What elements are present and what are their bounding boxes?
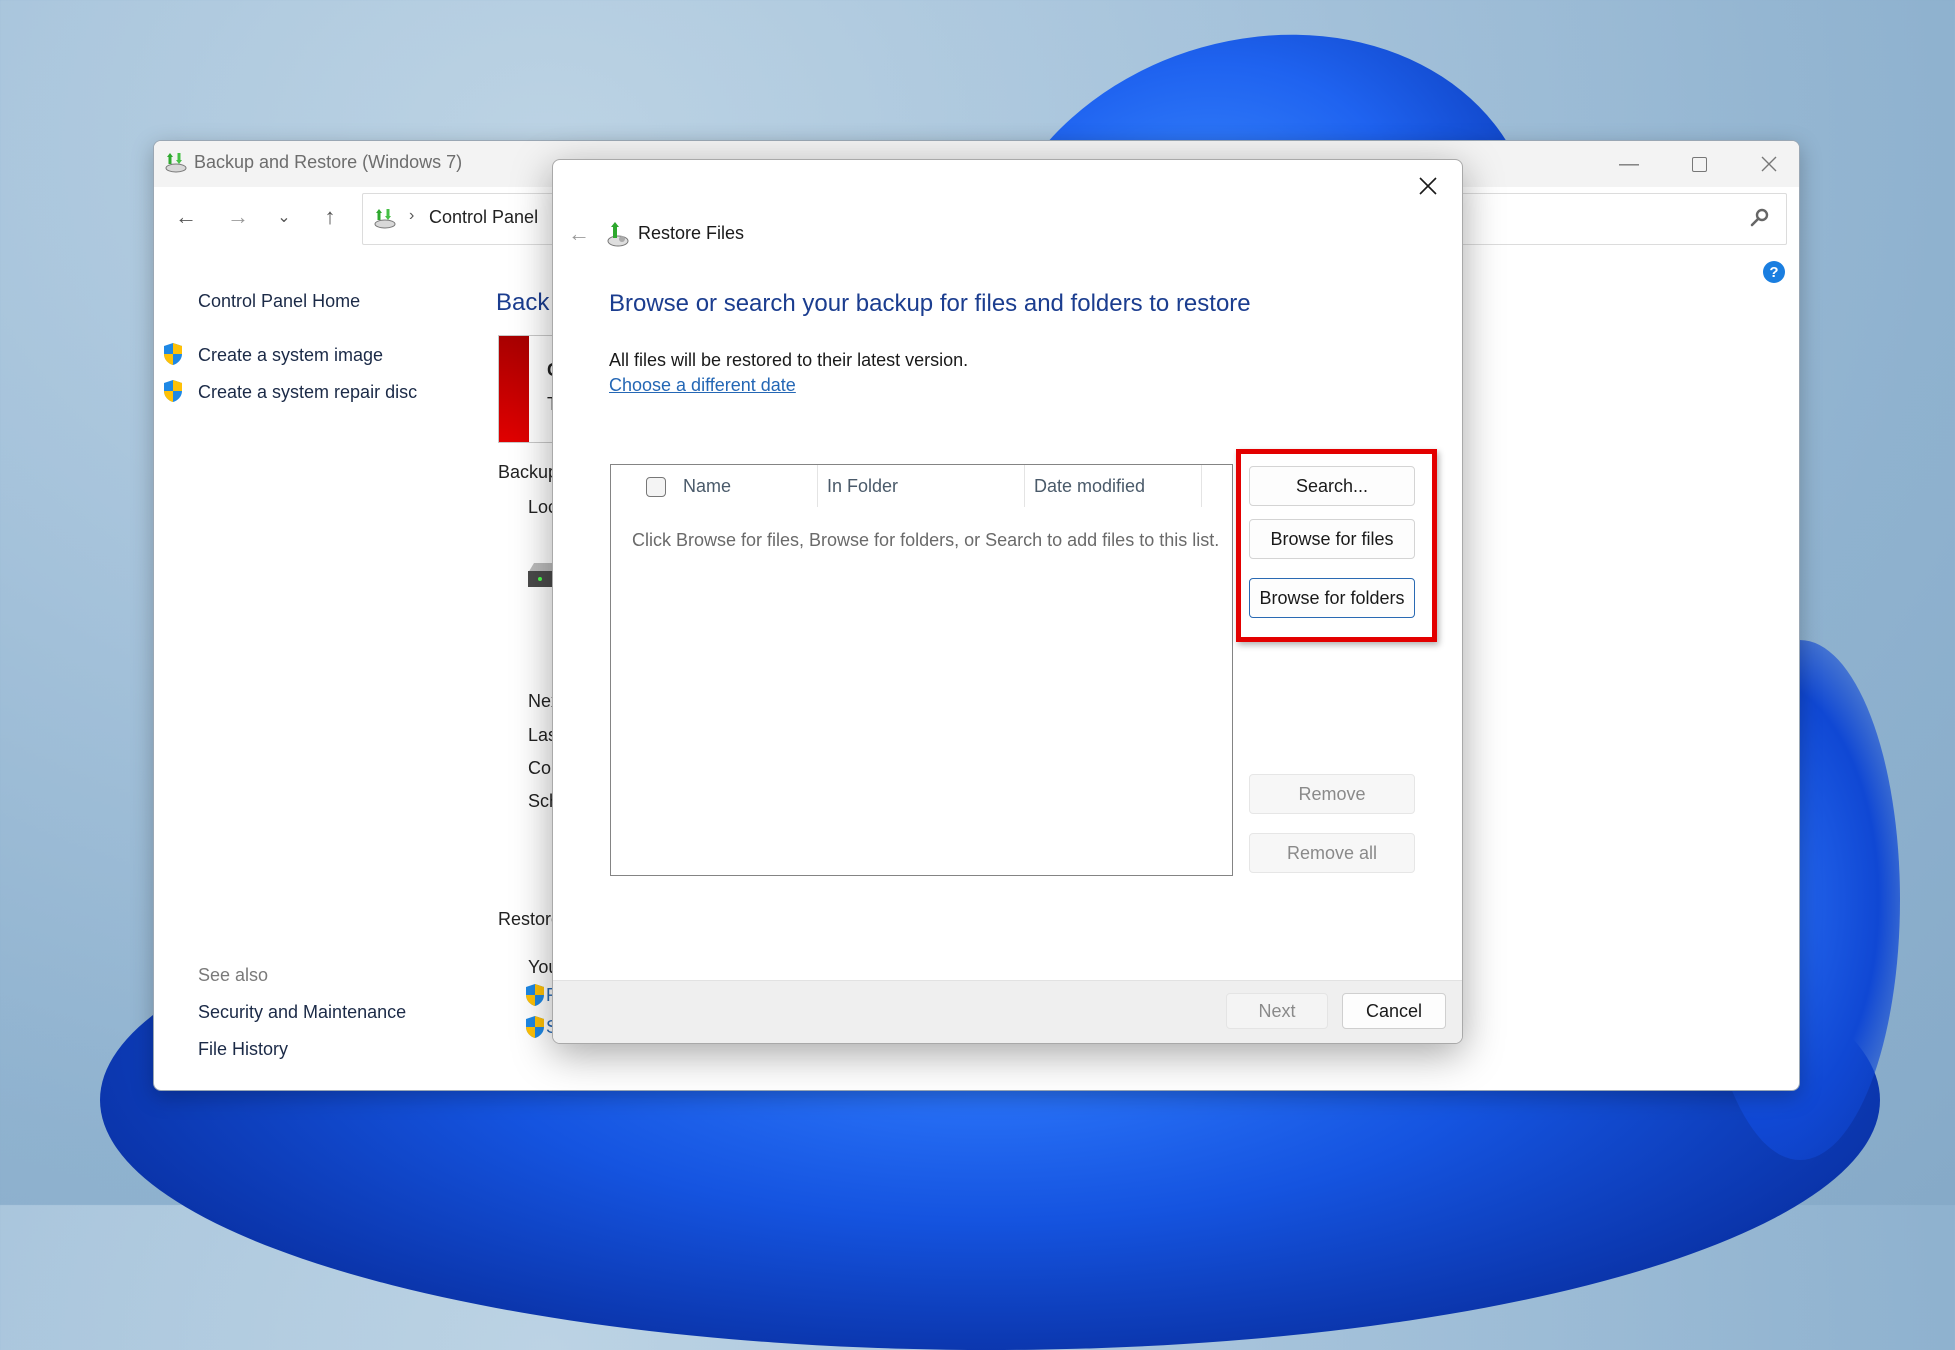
dialog-close-button[interactable] [1408,166,1448,206]
minimize-icon: — [1619,152,1639,175]
alert-color-bar [499,336,529,442]
uac-shield-icon [164,343,182,365]
recent-locations-button[interactable]: ⌄ [266,199,302,235]
security-maintenance-link[interactable]: Security and Maintenance [198,1002,406,1023]
close-icon [1761,156,1777,172]
back-arrow-icon: ← [568,221,590,246]
breadcrumb-separator[interactable]: › [409,207,414,225]
search-icon[interactable] [1748,206,1772,230]
create-system-repair-disc-link[interactable]: Create a system repair disc [198,382,417,403]
see-also-label: See also [198,965,269,985]
column-header-date-modified[interactable]: Date modified [1024,465,1202,507]
next-button[interactable]: Next [1226,993,1328,1029]
column-header-in-folder[interactable]: In Folder [817,465,1033,507]
cancel-button[interactable]: Cancel [1342,993,1446,1029]
dialog-back-button[interactable]: ← [561,216,597,252]
dialog-footer: Next Cancel [553,980,1462,1043]
uac-shield-icon [164,380,182,402]
backup-section-label: Backup [498,462,559,482]
browse-for-folders-button[interactable]: Browse for folders [1249,578,1415,618]
control-panel-home-link[interactable]: Control Panel Home [198,291,360,312]
dialog-title: Restore Files [638,223,745,243]
breadcrumb-control-panel[interactable]: Control Panel [429,207,538,228]
column-header-name[interactable]: Name [683,465,809,507]
file-history-link[interactable]: File History [198,1039,288,1060]
forward-arrow-icon: → [227,204,249,229]
empty-list-message: Click Browse for files, Browse for folde… [632,530,1220,550]
choose-different-date-link[interactable]: Choose a different date [609,375,796,396]
create-system-image-link[interactable]: Create a system image [198,345,383,366]
column-divider[interactable] [1201,465,1202,507]
maximize-icon [1691,156,1707,172]
uac-shield-icon [526,1016,544,1038]
restore-version-info: All files will be restored to their late… [609,350,969,370]
dialog-heading: Browse or search your backup for files a… [609,290,1251,317]
up-button[interactable]: ↑ [312,199,348,235]
search-button[interactable]: Search... [1249,466,1415,506]
file-list-header: Name In Folder Date modified [611,465,1232,509]
chevron-down-icon: ⌄ [277,209,291,226]
select-all-checkbox[interactable] [646,477,666,497]
close-icon [1419,177,1437,195]
restore-file-list[interactable]: Name In Folder Date modified Click Brows… [610,464,1233,876]
restore-files-dialog: ← Restore Files Browse or search your ba… [552,159,1463,1044]
forward-button[interactable]: → [220,199,256,235]
restore-files-icon [607,222,629,247]
back-arrow-icon: ← [175,204,197,229]
close-button[interactable] [1739,141,1799,187]
back-button[interactable]: ← [168,199,204,235]
left-pane: Control Panel Home Create a system image… [154,249,474,1090]
window-title: Backup and Restore (Windows 7) [194,152,463,172]
remove-all-button[interactable]: Remove all [1249,833,1415,873]
browse-for-files-button[interactable]: Browse for files [1249,519,1415,559]
backup-restore-icon [165,153,187,173]
remove-button[interactable]: Remove [1249,774,1415,814]
backup-alert-banner: C Th [498,335,568,443]
backup-restore-icon [374,209,396,229]
up-arrow-icon: ↑ [324,204,336,229]
maximize-button[interactable] [1669,141,1729,187]
uac-shield-icon [526,984,544,1006]
minimize-button[interactable]: — [1599,141,1659,187]
